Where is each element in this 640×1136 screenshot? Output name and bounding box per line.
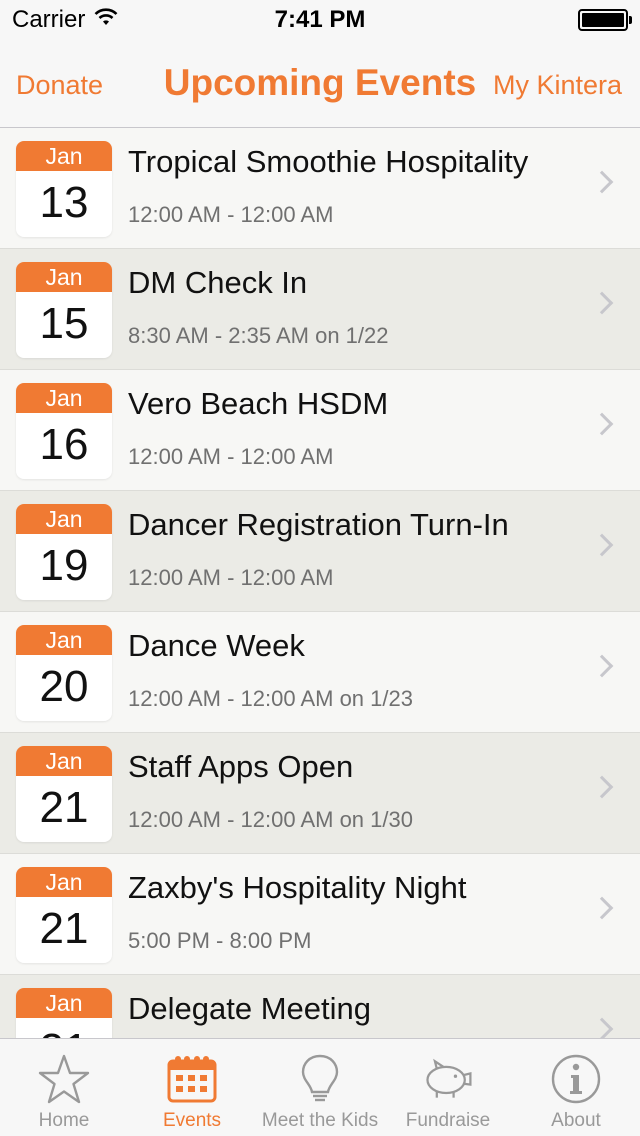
calendar-date-badge: Jan 16 bbox=[16, 383, 112, 479]
event-title: Delegate Meeting bbox=[128, 991, 371, 1026]
event-row[interactable]: Jan 19 Dancer Registration Turn-In 12:00… bbox=[0, 491, 640, 612]
event-time: 12:00 AM - 12:00 AM bbox=[128, 202, 334, 227]
event-title: DM Check In bbox=[128, 265, 308, 300]
event-row[interactable]: Jan 15 DM Check In 8:30 AM - 2:35 AM on … bbox=[0, 249, 640, 370]
event-title: Staff Apps Open bbox=[128, 749, 354, 784]
event-row[interactable]: Jan 21 Staff Apps Open 12:00 AM - 12:00 … bbox=[0, 733, 640, 854]
event-title: Tropical Smoothie Hospitality bbox=[128, 144, 529, 179]
event-title: Vero Beach HSDM bbox=[128, 386, 389, 421]
event-month: Jan bbox=[16, 867, 112, 897]
event-row[interactable]: Jan 16 Vero Beach HSDM 12:00 AM - 12:00 … bbox=[0, 370, 640, 491]
event-time: 12:00 AM - 12:00 AM on 1/23 bbox=[128, 686, 413, 711]
event-time: 8:30 AM - 2:35 AM on 1/22 bbox=[128, 323, 389, 348]
event-day: 16 bbox=[39, 420, 89, 469]
chevron-right-icon bbox=[590, 291, 614, 315]
carrier-label: Carrier bbox=[12, 6, 86, 33]
event-day: 13 bbox=[39, 178, 89, 227]
event-day: 21 bbox=[39, 904, 89, 953]
tab-label: Home bbox=[38, 1110, 90, 1131]
event-time: 5:00 PM - 8:00 PM bbox=[128, 928, 312, 953]
event-month: Jan bbox=[16, 504, 112, 534]
battery-icon bbox=[578, 9, 632, 31]
piggy-bank-icon bbox=[420, 1051, 476, 1107]
event-row[interactable]: Jan 13 Tropical Smoothie Hospitality 12:… bbox=[0, 128, 640, 249]
navigation-bar: Donate Upcoming Events My Kintera bbox=[0, 40, 640, 128]
status-left: Carrier bbox=[12, 6, 119, 34]
donate-button[interactable]: Donate bbox=[16, 70, 103, 101]
wifi-icon bbox=[93, 6, 119, 34]
tab-label: Fundraise bbox=[405, 1110, 491, 1131]
tab-about[interactable]: About bbox=[512, 1039, 640, 1136]
chevron-right-icon bbox=[590, 170, 614, 194]
event-month: Jan bbox=[16, 141, 112, 171]
event-title: Zaxby's Hospitality Night bbox=[128, 870, 467, 905]
event-title: Dance Week bbox=[128, 628, 305, 663]
tab-label: About bbox=[551, 1110, 601, 1131]
event-row[interactable]: Jan 20 Dance Week 12:00 AM - 12:00 AM on… bbox=[0, 612, 640, 733]
event-month: Jan bbox=[16, 988, 112, 1018]
event-day: 21 bbox=[16, 1018, 112, 1038]
event-day: 21 bbox=[39, 783, 89, 832]
calendar-date-badge: Jan 21 bbox=[16, 746, 112, 842]
battery-level bbox=[582, 13, 624, 27]
my-kintera-button[interactable]: My Kintera bbox=[493, 70, 622, 101]
event-row[interactable]: Jan 21 Delegate Meeting bbox=[0, 975, 640, 1038]
calendar-icon bbox=[164, 1051, 220, 1107]
tab-events[interactable]: Events bbox=[128, 1039, 256, 1136]
chevron-right-icon bbox=[590, 896, 614, 920]
event-day: 20 bbox=[39, 662, 89, 711]
status-bar: Carrier 7:41 PM bbox=[0, 0, 640, 40]
calendar-date-badge: Jan 20 bbox=[16, 625, 112, 721]
calendar-date-badge: Jan 21 bbox=[16, 867, 112, 963]
event-month: Jan bbox=[16, 746, 112, 776]
tab-fundraise[interactable]: Fundraise bbox=[384, 1039, 512, 1136]
event-time: 12:00 AM - 12:00 AM bbox=[128, 444, 334, 469]
tab-bar: Home Events Meet the Kids Fundraise Abou… bbox=[0, 1038, 640, 1136]
event-day: 19 bbox=[39, 541, 89, 590]
chevron-right-icon bbox=[590, 654, 614, 678]
lightbulb-icon bbox=[292, 1051, 348, 1107]
event-time: 12:00 AM - 12:00 AM bbox=[128, 565, 334, 590]
star-icon bbox=[36, 1051, 92, 1107]
info-icon bbox=[548, 1051, 604, 1107]
chevron-right-icon bbox=[590, 533, 614, 557]
calendar-date-badge: Jan 19 bbox=[16, 504, 112, 600]
calendar-date-badge: Jan 13 bbox=[16, 141, 112, 237]
chevron-right-icon bbox=[590, 775, 614, 799]
event-month: Jan bbox=[16, 625, 112, 655]
chevron-right-icon bbox=[590, 1017, 614, 1038]
event-title: Dancer Registration Turn-In bbox=[128, 507, 509, 542]
event-row[interactable]: Jan 21 Zaxby's Hospitality Night 5:00 PM… bbox=[0, 854, 640, 975]
event-month: Jan bbox=[16, 383, 112, 413]
event-time: 12:00 AM - 12:00 AM on 1/30 bbox=[128, 807, 413, 832]
event-month: Jan bbox=[16, 262, 112, 292]
calendar-date-badge: Jan 15 bbox=[16, 262, 112, 358]
tab-home[interactable]: Home bbox=[0, 1039, 128, 1136]
tab-label: Events bbox=[162, 1110, 222, 1131]
event-day: 15 bbox=[39, 299, 89, 348]
tab-meet-the-kids[interactable]: Meet the Kids bbox=[256, 1039, 384, 1136]
chevron-right-icon bbox=[590, 412, 614, 436]
event-list[interactable]: Jan 13 Tropical Smoothie Hospitality 12:… bbox=[0, 128, 640, 1038]
calendar-date-badge: Jan 21 bbox=[16, 988, 112, 1038]
tab-label: Meet the Kids bbox=[261, 1110, 379, 1131]
